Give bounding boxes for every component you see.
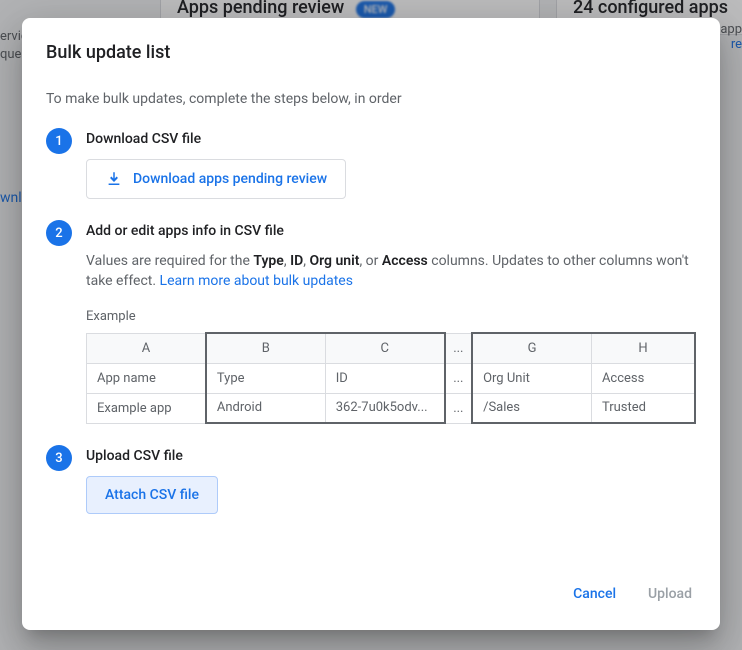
cancel-button[interactable]: Cancel <box>569 578 620 610</box>
dialog-title: Bulk update list <box>46 42 696 63</box>
step-2-title: Add or edit apps info in CSV file <box>86 223 696 239</box>
step-number: 2 <box>46 220 72 246</box>
table-row: App name Type ID ... Org Unit Access <box>87 363 696 393</box>
dialog-body: Bulk update list To make bulk updates, c… <box>22 18 720 562</box>
step-2: 2 Add or edit apps info in CSV file Valu… <box>46 223 696 424</box>
attach-csv-label: Attach CSV file <box>105 487 199 503</box>
table-row: Example app Android 362-7u0k5odv... ... … <box>87 393 696 423</box>
step-3: 3 Upload CSV file Attach CSV file <box>46 448 696 514</box>
download-csv-button[interactable]: Download apps pending review <box>86 159 346 199</box>
step-3-title: Upload CSV file <box>86 448 696 464</box>
download-csv-label: Download apps pending review <box>133 171 327 187</box>
step-1: 1 Download CSV file Download apps pendin… <box>46 131 696 199</box>
step-1-title: Download CSV file <box>86 131 696 147</box>
dialog-actions: Cancel Upload <box>22 562 720 630</box>
dialog-intro: To make bulk updates, complete the steps… <box>46 91 696 107</box>
table-header-row: A B C ... G H <box>87 333 696 363</box>
example-table: A B C ... G H App name Type ID <box>86 332 696 424</box>
download-icon <box>105 170 123 188</box>
bulk-update-dialog: Bulk update list To make bulk updates, c… <box>22 18 720 630</box>
example-label: Example <box>86 309 696 324</box>
step-number: 3 <box>46 445 72 471</box>
learn-more-link[interactable]: Learn more about bulk updates <box>160 273 353 289</box>
step-2-description: Values are required for the Type, ID, Or… <box>86 251 696 291</box>
step-number: 1 <box>46 128 72 154</box>
attach-csv-button[interactable]: Attach CSV file <box>86 476 218 514</box>
upload-button[interactable]: Upload <box>644 578 696 610</box>
